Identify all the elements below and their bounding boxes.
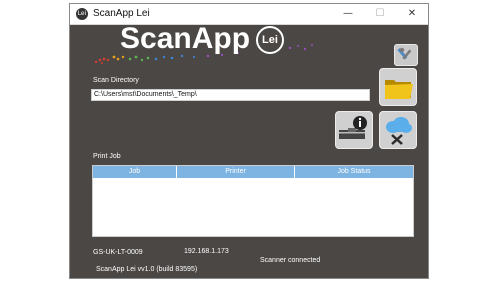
maximize-button[interactable]: ☐: [366, 4, 394, 24]
scanner-status-text: Scanner connected: [260, 257, 321, 264]
close-button[interactable]: ✕: [398, 4, 426, 24]
wrench-screwdriver-icon: [397, 47, 412, 60]
print-job-label: Print Job: [93, 153, 121, 160]
app-logo: ScanApp Lei: [90, 22, 320, 74]
window-title: ScanApp Lei: [93, 8, 150, 19]
logo-badge: Lei: [256, 26, 284, 54]
table-header: Job Printer Job Status: [93, 166, 413, 178]
scan-directory-label: Scan Directory: [93, 77, 139, 84]
cloud-upload-button[interactable]: [379, 111, 417, 149]
app-window: Lei ScanApp Lei — ☐ ✕ ScanApp Lei Scan D…: [69, 3, 429, 279]
minimize-button[interactable]: —: [334, 4, 362, 24]
logo-wordmark: ScanApp: [120, 22, 251, 55]
cloud-disconnected-icon: [386, 117, 412, 145]
version-text: ScanApp Lei vv1.0 (build 83595): [96, 266, 198, 273]
scan-directory-field[interactable]: C:\Users\mst\Documents\_Temp\: [91, 89, 370, 101]
folder-icon: [385, 80, 413, 99]
column-header-printer[interactable]: Printer: [177, 166, 295, 178]
app-logo-icon: Lei: [76, 8, 88, 20]
ip-address-text: 192.168.1.173: [184, 248, 229, 255]
hostname-text: GS-UK-LT-0009: [93, 249, 143, 256]
column-header-job[interactable]: Job: [93, 166, 177, 178]
scanner-info-button[interactable]: [335, 111, 373, 149]
settings-button[interactable]: [394, 44, 418, 66]
browse-folder-button[interactable]: [379, 68, 417, 106]
column-header-job-status[interactable]: Job Status: [295, 166, 413, 178]
scanner-info-icon: [339, 116, 367, 139]
print-job-table[interactable]: Job Printer Job Status: [92, 165, 414, 237]
